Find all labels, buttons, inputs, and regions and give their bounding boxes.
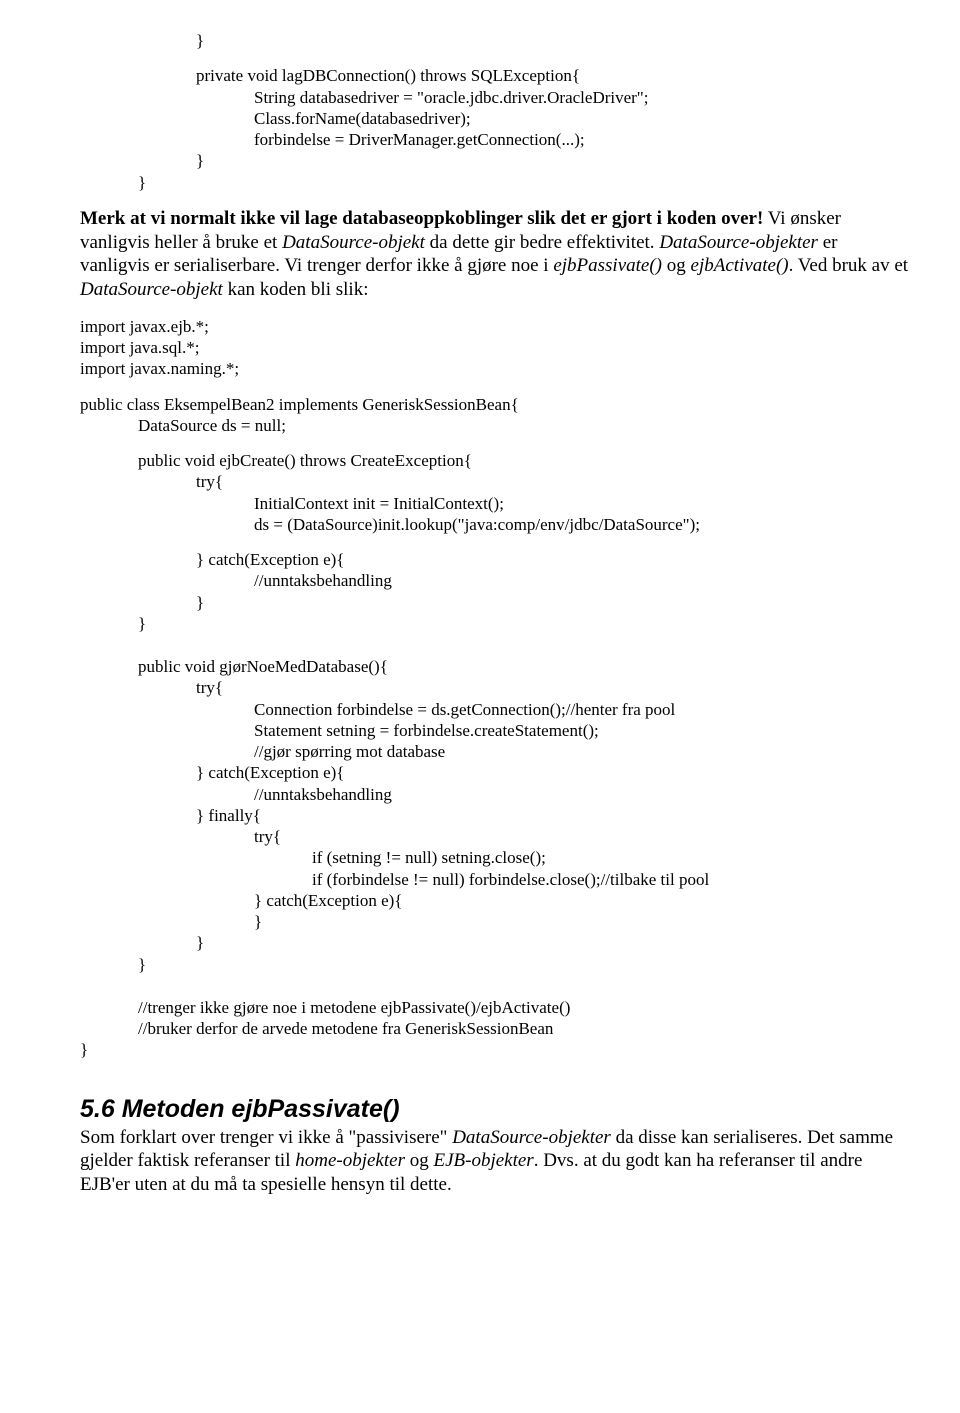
code-line: Connection forbindelse = ds.getConnectio… <box>80 699 910 720</box>
code-line: forbindelse = DriverManager.getConnectio… <box>80 129 910 150</box>
code-line: try{ <box>80 677 910 698</box>
code-line: } <box>80 1039 910 1060</box>
code-line: } finally{ <box>80 805 910 826</box>
code-line: } <box>80 592 910 613</box>
text: og <box>405 1150 434 1171</box>
code-line: //unntaksbehandling <box>80 784 910 805</box>
text: Merk at vi normalt ikke vil lage databas… <box>80 208 763 229</box>
code-line: Class.forName(databasedriver); <box>80 108 910 129</box>
code-line: //gjør spørring mot database <box>80 741 910 762</box>
text-italic: home-objekter <box>295 1150 405 1171</box>
code-line: //trenger ikke gjøre noe i metodene ejbP… <box>80 997 910 1018</box>
text: Som forklart over trenger vi ikke å "pas… <box>80 1127 452 1148</box>
code-line: //bruker derfor de arvede metodene fra G… <box>80 1018 910 1039</box>
text-italic: ejbActivate() <box>691 255 789 276</box>
document-page: } private void lagDBConnection() throws … <box>0 0 960 1261</box>
code-line: if (forbindelse != null) forbindelse.clo… <box>80 869 910 890</box>
code-line: if (setning != null) setning.close(); <box>80 847 910 868</box>
code-line: } <box>80 911 910 932</box>
text-italic: EJB-objekter <box>433 1150 533 1171</box>
paragraph-datasource: Merk at vi normalt ikke vil lage databas… <box>80 207 910 302</box>
text-italic: DataSource-objekter <box>452 1127 611 1148</box>
code-line: //unntaksbehandling <box>80 570 910 591</box>
code-line: String databasedriver = "oracle.jdbc.dri… <box>80 87 910 108</box>
code-line: } <box>80 172 910 193</box>
text-italic: DataSource-objekt <box>282 232 425 253</box>
code-line: DataSource ds = null; <box>80 415 910 436</box>
text: . Ved bruk av et <box>789 255 908 276</box>
code-line: } <box>80 150 910 171</box>
code-line: public class EksempelBean2 implements Ge… <box>80 394 910 415</box>
section-heading: 5.6 Metoden ejbPassivate() <box>80 1095 910 1124</box>
code-line: } <box>80 30 910 51</box>
text-italic: ejbPassivate() <box>553 255 662 276</box>
text: og <box>662 255 691 276</box>
code-line: public void ejbCreate() throws CreateExc… <box>80 450 910 471</box>
text: da dette gir bedre effektivitet. <box>425 232 659 253</box>
text-italic: DataSource-objekt <box>80 279 223 300</box>
code-line: try{ <box>80 471 910 492</box>
code-line: } catch(Exception e){ <box>80 890 910 911</box>
code-line: InitialContext init = InitialContext(); <box>80 493 910 514</box>
code-line: } catch(Exception e){ <box>80 549 910 570</box>
code-line: } <box>80 932 910 953</box>
code-line: } <box>80 954 910 975</box>
code-line: import java.sql.*; <box>80 337 910 358</box>
paragraph-passivate: Som forklart over trenger vi ikke å "pas… <box>80 1126 910 1197</box>
code-line: import javax.naming.*; <box>80 358 910 379</box>
code-line: } catch(Exception e){ <box>80 762 910 783</box>
code-line: ds = (DataSource)init.lookup("java:comp/… <box>80 514 910 535</box>
code-line: } <box>80 613 910 634</box>
text-italic: DataSource-objekter <box>659 232 818 253</box>
code-line: import javax.ejb.*; <box>80 316 910 337</box>
code-line: Statement setning = forbindelse.createSt… <box>80 720 910 741</box>
text: kan koden bli slik: <box>223 279 369 300</box>
code-line: public void gjørNoeMedDatabase(){ <box>80 656 910 677</box>
code-line: private void lagDBConnection() throws SQ… <box>80 65 910 86</box>
code-line: try{ <box>80 826 910 847</box>
